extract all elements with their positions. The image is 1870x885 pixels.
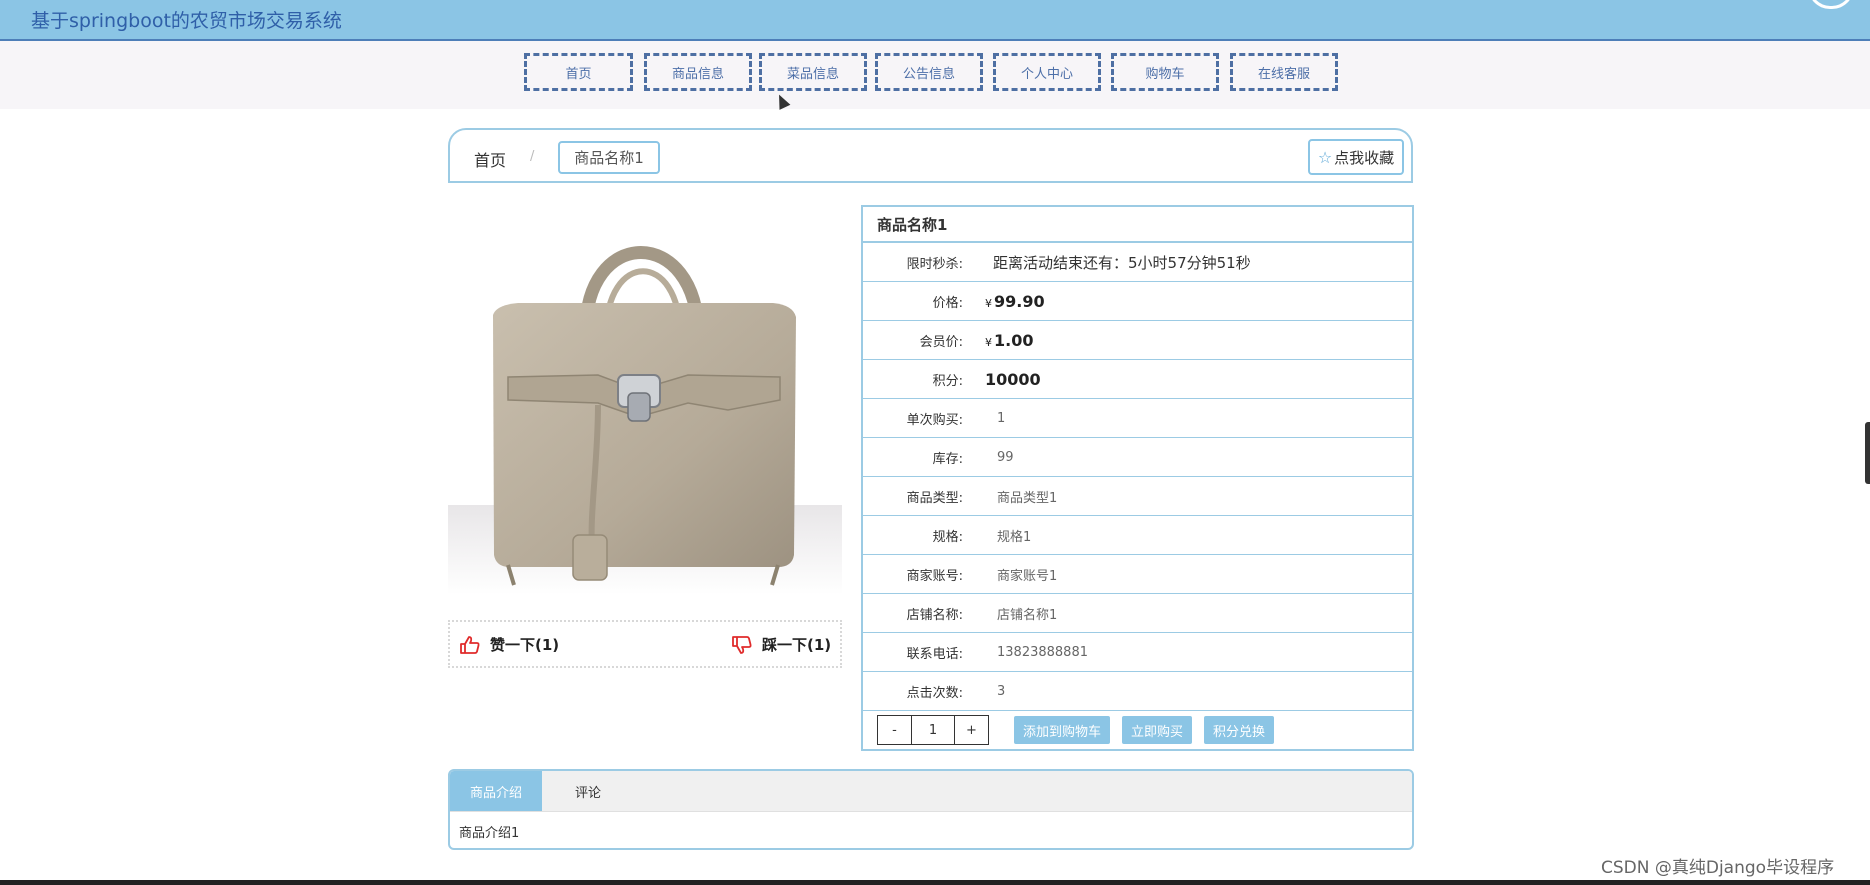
nav-item-home[interactable]: 首页 (524, 53, 633, 91)
side-handle[interactable] (1865, 422, 1870, 484)
info-value: 商品类型1 (997, 490, 1058, 506)
purchase-actions: - 1 + 添加到购物车 立即购买 积分兑换 (863, 711, 1412, 749)
dislike-button[interactable]: 踩一下(1) (732, 634, 831, 655)
tab-product-intro[interactable]: 商品介绍 (450, 771, 542, 811)
nav-item-profile[interactable]: 个人中心 (993, 53, 1101, 91)
main-nav: 首页 商品信息 菜品信息 公告信息 个人中心 购物车 在线客服 (0, 41, 1870, 109)
info-label: 会员价: (919, 334, 963, 350)
add-to-cart-button[interactable]: 添加到购物车 (1014, 716, 1111, 744)
info-label: 积分: (932, 373, 963, 389)
nav-item-announcements[interactable]: 公告信息 (875, 53, 983, 91)
info-row-spec: 规格: 规格1 (863, 516, 1412, 555)
product-tabs: 商品介绍 评论 商品介绍1 (448, 769, 1414, 850)
info-row-single-purchase: 单次购买: 1 (863, 399, 1412, 438)
info-row-type: 商品类型: 商品类型1 (863, 477, 1412, 516)
nav-item-dishes[interactable]: 菜品信息 (759, 53, 867, 91)
nav-item-products[interactable]: 商品信息 (644, 53, 752, 91)
product-image (448, 205, 842, 595)
increment-button[interactable]: + (955, 716, 988, 744)
info-value: 规格1 (997, 529, 1032, 545)
like-count-label: 赞一下(1) (490, 636, 560, 654)
redeem-points-button[interactable]: 积分兑换 (1204, 716, 1275, 744)
info-value: 13823888881 (997, 644, 1088, 660)
tab-bar: 商品介绍 评论 (450, 771, 1412, 812)
info-row-price: 价格: ¥99.90 (863, 282, 1412, 321)
bottom-border (0, 880, 1870, 885)
info-label: 单次购买: (906, 412, 963, 428)
nav-item-customer-service[interactable]: 在线客服 (1230, 53, 1338, 91)
info-label: 限时秒杀: (906, 256, 963, 272)
quantity-input[interactable]: 1 (912, 716, 955, 744)
top-header: 基于springboot的农贸市场交易系统 (0, 0, 1870, 41)
thumbs-up-icon (460, 635, 480, 654)
info-label: 店铺名称: (906, 607, 963, 623)
vote-bar: 赞一下(1) 踩一下(1) (448, 620, 842, 668)
info-label: 点击次数: (906, 685, 963, 701)
points-value: 10000 (985, 369, 1041, 389)
info-value: 商家账号1 (997, 568, 1058, 584)
info-label: 规格: (932, 529, 963, 545)
info-row-member-price: 会员价: ¥1.00 (863, 321, 1412, 360)
product-info-table: 商品名称1 限时秒杀: 距离活动结束还有：5小时57分钟51秒 价格: ¥99.… (861, 205, 1414, 751)
info-row-flash-sale: 限时秒杀: 距离活动结束还有：5小时57分钟51秒 (863, 243, 1412, 282)
nav-item-cart[interactable]: 购物车 (1111, 53, 1219, 91)
info-row-clicks: 点击次数: 3 (863, 672, 1412, 711)
info-row-stock: 库存: 99 (863, 438, 1412, 477)
tab-content: 商品介绍1 (459, 826, 520, 841)
info-label: 库存: (932, 451, 963, 467)
info-value: 3 (997, 683, 1006, 699)
info-value: 99 (997, 449, 1014, 465)
member-price-value: ¥1.00 (985, 330, 1034, 350)
quantity-stepper: - 1 + (877, 715, 989, 745)
favorite-button-label: 点我收藏 (1334, 148, 1395, 167)
decrement-button[interactable]: - (878, 716, 912, 744)
countdown-text: 距离活动结束还有：5小时57分钟51秒 (993, 253, 1251, 272)
star-outline-icon: ☆ (1317, 147, 1333, 167)
info-label: 联系电话: (906, 646, 963, 662)
dislike-count-label: 踩一下(1) (762, 636, 832, 654)
thumbs-down-icon (732, 635, 752, 654)
info-label: 商品类型: (906, 490, 963, 506)
breadcrumb-current: 商品名称1 (558, 141, 660, 174)
like-button[interactable]: 赞一下(1) (460, 634, 559, 655)
breadcrumb-home[interactable]: 首页 (474, 147, 506, 171)
price-value: ¥99.90 (985, 291, 1045, 311)
info-label: 价格: (932, 295, 963, 311)
site-title: 基于springboot的农贸市场交易系统 (31, 10, 342, 32)
buy-now-button[interactable]: 立即购买 (1122, 716, 1193, 744)
avatar[interactable] (1808, 0, 1854, 9)
favorite-button[interactable]: ☆ 点我收藏 (1308, 139, 1404, 175)
info-row-points: 积分: 10000 (863, 360, 1412, 399)
tab-comments[interactable]: 评论 (542, 771, 634, 811)
watermark: CSDN @真纯Django毕设程序 (1601, 858, 1835, 878)
info-row-phone: 联系电话: 13823888881 (863, 633, 1412, 672)
info-value: 1 (997, 410, 1006, 426)
info-value: 店铺名称1 (997, 607, 1058, 623)
info-row-merchant-account: 商家账号: 商家账号1 (863, 555, 1412, 594)
breadcrumb-separator: / (530, 149, 535, 164)
info-row-shop-name: 店铺名称: 店铺名称1 (863, 594, 1412, 633)
handbag-image (448, 246, 842, 595)
info-label: 商家账号: (906, 568, 963, 584)
breadcrumb: 首页 / 商品名称1 ☆ 点我收藏 (448, 128, 1413, 183)
product-name: 商品名称1 (863, 207, 1412, 243)
